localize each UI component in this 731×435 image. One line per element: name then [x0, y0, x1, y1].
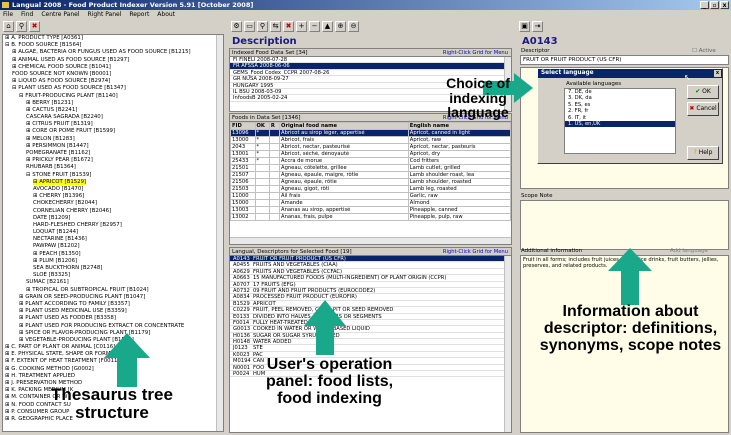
annotation-tree: Thesaurus tree structure: [51, 385, 173, 422]
annotation-center: User's operation panel: food lists, food…: [265, 356, 394, 407]
arrow-tree: [104, 333, 150, 387]
arrow-center: [304, 300, 346, 355]
arrow-info: [608, 248, 652, 305]
annotation-language: Choice of indexing language: [446, 75, 510, 121]
annotation-info: Information about descriptor: definition…: [539, 303, 722, 354]
